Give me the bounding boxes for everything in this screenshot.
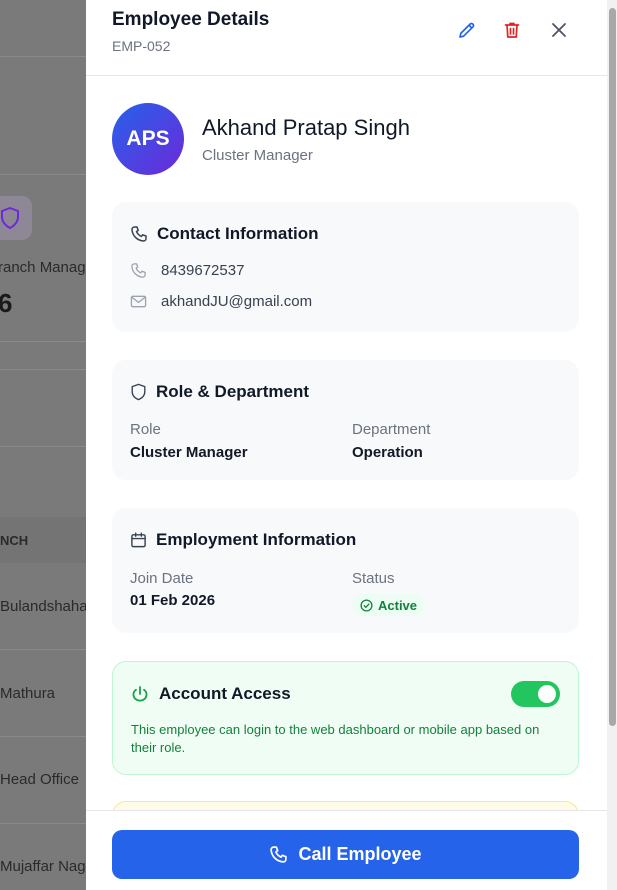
- status-value: Active: [378, 597, 418, 613]
- department-label: Department: [352, 421, 431, 438]
- close-icon: [552, 23, 566, 37]
- power-icon: [132, 686, 148, 702]
- phone-value[interactable]: 8439672537: [161, 262, 244, 279]
- shield-icon: [0, 196, 32, 240]
- phone-icon: [270, 846, 288, 863]
- mail-icon: [130, 295, 147, 308]
- divider: [0, 56, 86, 57]
- shield-icon: [131, 383, 146, 401]
- account-access-label: Account Access: [159, 684, 291, 703]
- employee-details-drawer: Employee Details EMP-052 APS Akhand Prat…: [86, 0, 607, 890]
- call-employee-button[interactable]: Call Employee: [112, 830, 579, 879]
- employment-title-label: Employment Information: [156, 530, 357, 549]
- calendar-icon: [131, 532, 146, 548]
- employment-card-title: Employment Information: [130, 530, 356, 550]
- account-access-title: Account Access: [131, 684, 291, 704]
- phone-row: 8439672537: [130, 262, 244, 279]
- divider: [0, 736, 86, 737]
- avatar: APS: [112, 103, 184, 175]
- close-button[interactable]: [547, 18, 571, 42]
- join-date-label: Join Date: [130, 570, 194, 587]
- employment-card: Employment Information Join Date 01 Feb …: [112, 508, 579, 633]
- employee-role: Cluster Manager: [202, 147, 313, 164]
- stat-label: ranch Manag: [0, 259, 86, 276]
- divider: [0, 369, 86, 370]
- table-row: Mujaffar Nag: [0, 858, 86, 875]
- role-title-label: Role & Department: [156, 382, 310, 401]
- contact-card-title: Contact Information: [130, 224, 319, 244]
- contact-card: Contact Information 8439672537 akhandJU@…: [112, 202, 579, 332]
- phone-icon: [131, 263, 146, 278]
- call-employee-label: Call Employee: [298, 844, 422, 864]
- stat-value: 6: [0, 288, 13, 318]
- drawer-title: Employee Details: [112, 9, 270, 30]
- table-row: Bulandshaha: [0, 598, 88, 615]
- email-value[interactable]: akhandJU@gmail.com: [161, 293, 312, 310]
- table-row: Mathura: [0, 685, 56, 702]
- edit-button[interactable]: [455, 18, 479, 42]
- status-label: Status: [352, 570, 395, 587]
- divider: [0, 649, 86, 650]
- table-header-label: NCH: [0, 533, 29, 548]
- email-row: akhandJU@gmail.com: [130, 293, 312, 310]
- drawer-footer: Call Employee: [86, 810, 607, 890]
- delete-button[interactable]: [500, 18, 524, 42]
- join-date-value: 01 Feb 2026: [130, 592, 216, 609]
- check-circle-icon: [360, 598, 373, 612]
- trash-icon: [504, 22, 520, 38]
- toggle-knob: [538, 685, 556, 703]
- role-department-card: Role & Department Role Cluster Manager D…: [112, 360, 579, 480]
- account-access-toggle[interactable]: [511, 681, 560, 707]
- department-value: Operation: [352, 444, 423, 461]
- table-header: NCH: [0, 517, 86, 563]
- phone-icon: [131, 226, 147, 242]
- role-card-title: Role & Department: [130, 382, 309, 402]
- status-badge: Active: [352, 594, 426, 616]
- pencil-icon: [459, 22, 475, 38]
- account-access-card: Account Access This employee can login t…: [112, 661, 579, 775]
- employee-name: Akhand Pratap Singh: [202, 115, 410, 140]
- scrollbar-thumb[interactable]: [609, 8, 616, 726]
- table-row: Head Office: [0, 771, 79, 788]
- contact-title-label: Contact Information: [157, 224, 319, 243]
- divider: [0, 341, 86, 342]
- divider: [0, 823, 86, 824]
- employee-id: EMP-052: [112, 38, 171, 54]
- role-label: Role: [130, 421, 161, 438]
- account-access-description: This employee can login to the web dashb…: [131, 722, 540, 755]
- drawer-header: Employee Details EMP-052: [86, 0, 607, 76]
- divider: [0, 174, 86, 175]
- profile-section: APS Akhand Pratap Singh Cluster Manager: [112, 103, 582, 175]
- divider: [0, 446, 86, 447]
- role-value: Cluster Manager: [130, 444, 248, 461]
